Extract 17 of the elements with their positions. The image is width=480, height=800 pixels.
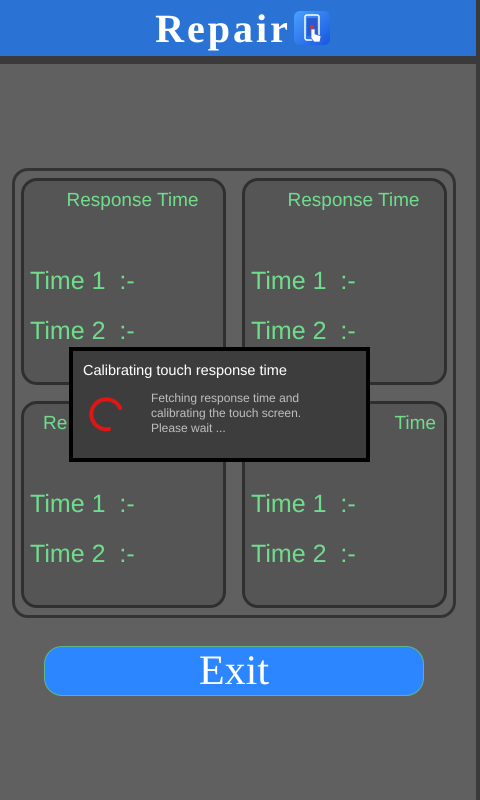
time-label: Time 2 :-	[30, 317, 135, 345]
app-title: Repair	[155, 4, 291, 52]
card-title: Re	[43, 413, 68, 435]
exit-button[interactable]: Exit	[44, 646, 424, 696]
time-label: Time 2 :-	[251, 317, 356, 345]
time-label: Time 1 :-	[251, 490, 356, 518]
card-title: Response Time	[66, 190, 198, 212]
card-title: Response Time	[287, 190, 420, 212]
time-label: Time 1 :-	[30, 490, 135, 518]
dialog-message: Fetching response time and calibrating the touch screen. Please wait ...	[151, 391, 302, 436]
time-label: Time 1 :-	[251, 267, 356, 295]
card-title: Time	[394, 413, 436, 435]
time-label: Time 2 :-	[30, 540, 135, 568]
phone-touch-icon	[292, 10, 331, 46]
dialog-title: Calibrating touch response time	[83, 363, 288, 379]
time-label: Time 2 :-	[251, 540, 356, 568]
time-label: Time 1 :-	[30, 267, 135, 295]
